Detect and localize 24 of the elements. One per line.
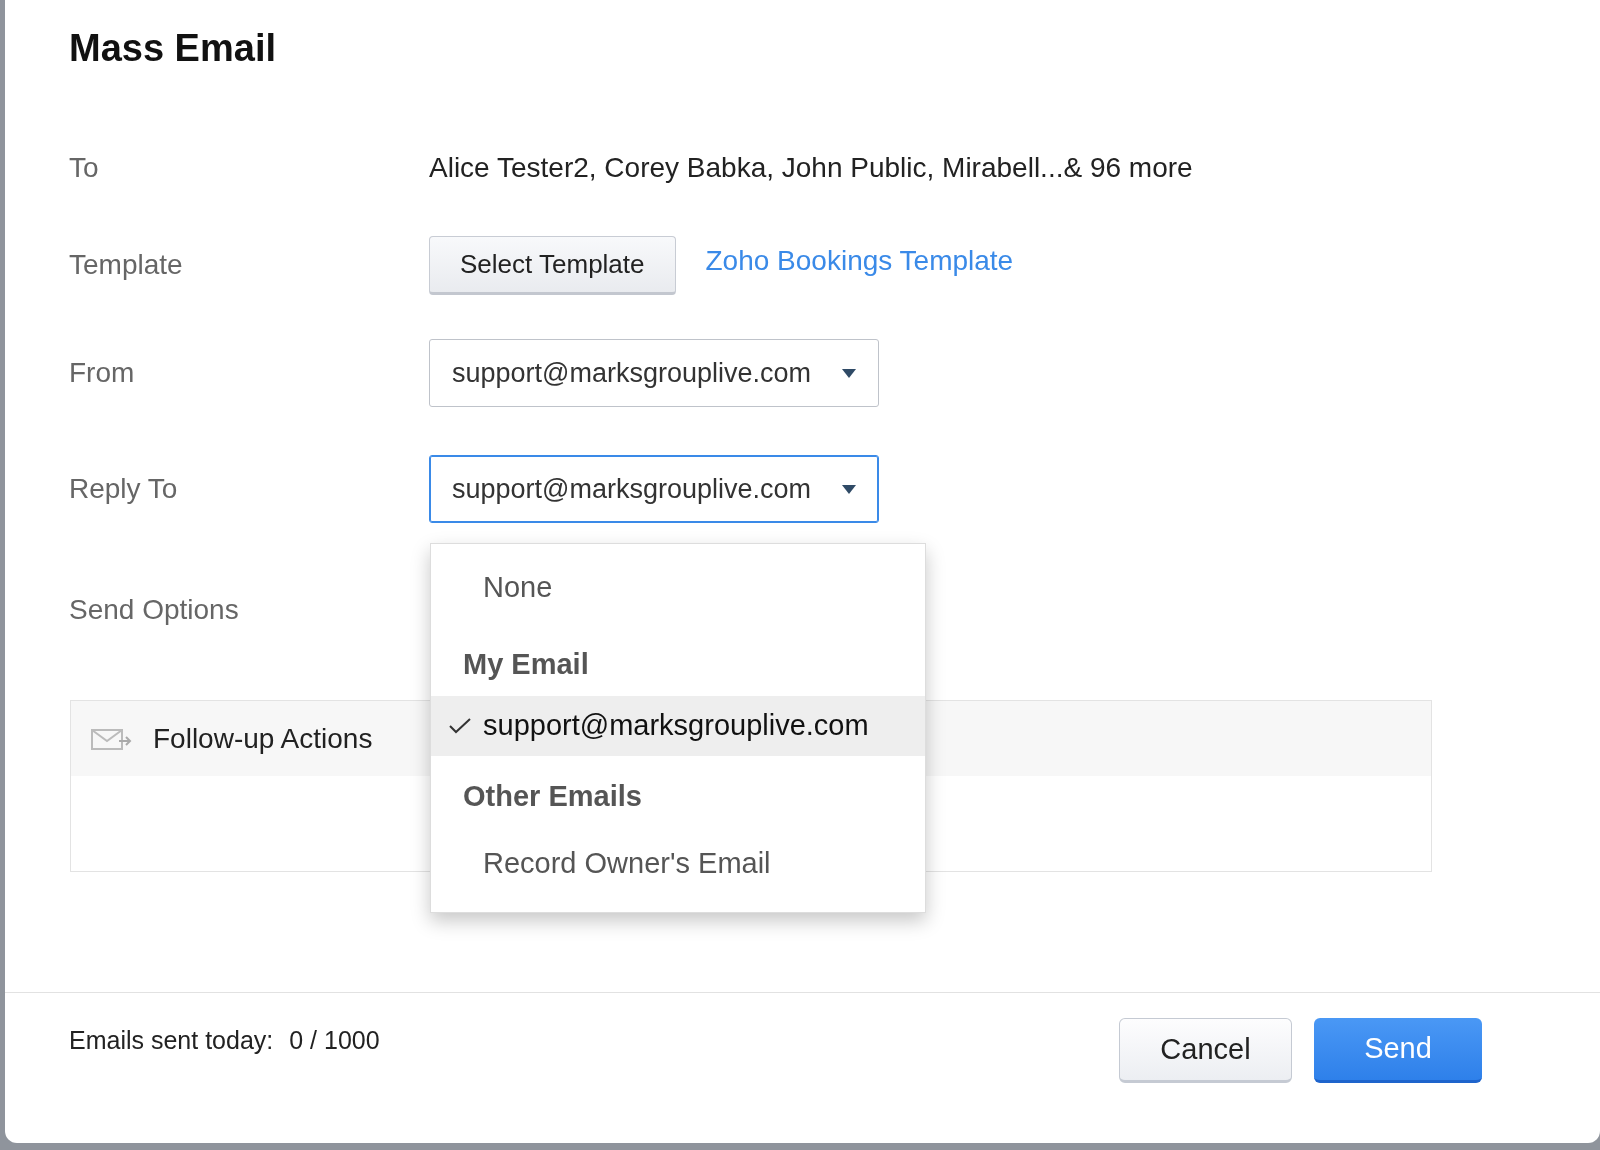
- menu-group-header: My Email: [462, 646, 590, 682]
- menu-option[interactable]: None: [431, 552, 925, 624]
- field-label: Reply To: [69, 472, 179, 506]
- recipients-text: Alice Tester2, Corey Babka, John Public, Mirabell...& 96 more: [429, 150, 1193, 185]
- select-template-button[interactable]: Select Template: [429, 235, 676, 295]
- menu-option[interactable]: Record Owner's Email: [431, 828, 925, 900]
- menu-option[interactable]: support@marksgrouplive.com: [431, 696, 925, 756]
- counter-value: 0 / 1000: [289, 1025, 380, 1056]
- field-label: From: [69, 356, 136, 390]
- dialog-title: Mass Email: [68, 26, 277, 71]
- email-dropdown[interactable]: support@marksgrouplive.com: [429, 455, 879, 523]
- field-label: Template: [69, 248, 184, 282]
- check-icon: [449, 718, 471, 734]
- email-dropdown[interactable]: support@marksgrouplive.com: [429, 339, 879, 407]
- caret-icon: [842, 484, 856, 494]
- caret-icon: [842, 368, 856, 378]
- counter-label: Emails sent today:: [69, 1025, 274, 1056]
- field-label: To: [69, 150, 100, 185]
- field-label: Send Options: [69, 592, 240, 627]
- cancel-button[interactable]: Cancel: [1119, 1018, 1292, 1083]
- envelope-arrow-icon: [91, 726, 133, 751]
- template-link[interactable]: Zoho Bookings Template: [705, 240, 1014, 282]
- follow-up-title: Follow-up Actions: [153, 721, 373, 756]
- menu-group-header: Other Emails: [462, 778, 643, 814]
